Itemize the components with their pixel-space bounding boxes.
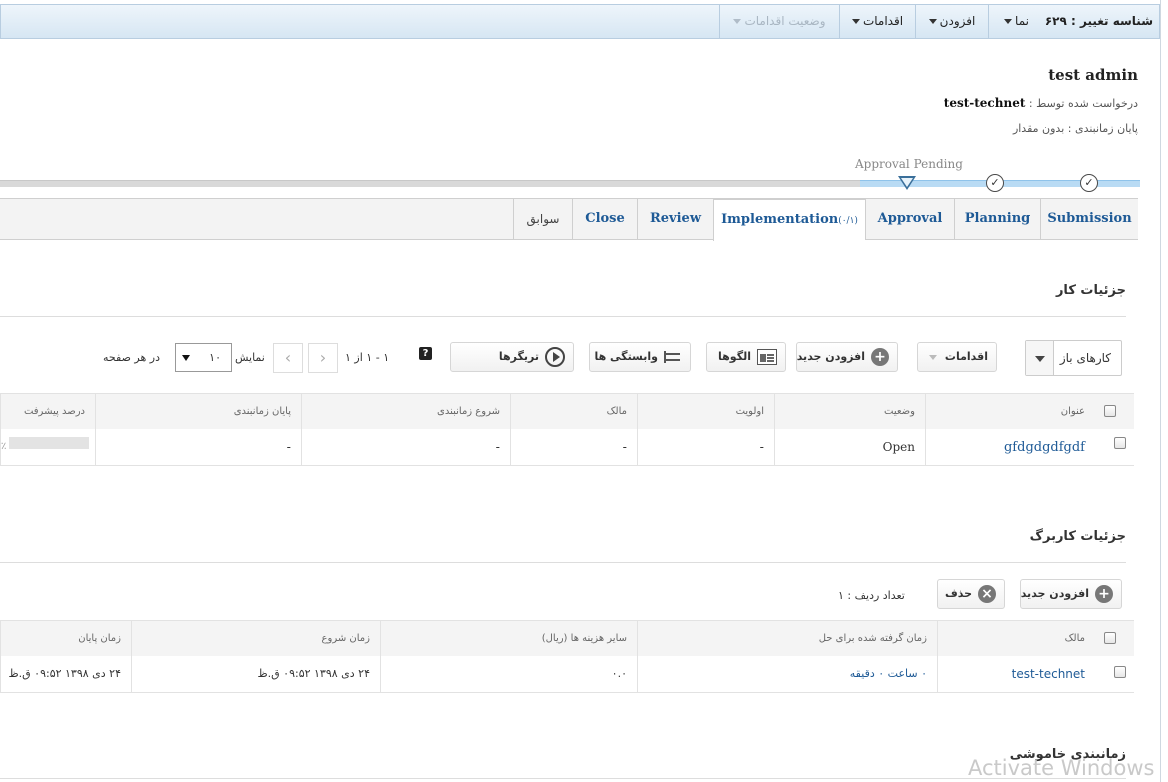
divider [0,778,1126,779]
column-header[interactable]: وضعیت [774,394,925,429]
tab-planning[interactable]: Planning [954,199,1040,240]
play-icon [545,347,565,367]
add-task-button[interactable]: +افزودن جدید [796,342,898,372]
worklog-time-taken: ۰ ساعت ۰ دقیقه [637,656,937,692]
tab-history[interactable]: سوابق [513,199,572,240]
column-header[interactable]: پایان زمانبندی [95,394,301,429]
change-id: شناسه تغییر : ۶۲۹ [1044,14,1153,28]
add-menu[interactable]: افزودن [915,5,988,38]
requester-name[interactable]: test-technet [944,96,1026,110]
schedule-end: پایان زمانبندی : بدون مقدار [1012,122,1138,135]
row-checkbox[interactable] [1114,666,1126,678]
requested-by: درخواست شده توسط : test-technet [943,96,1138,110]
worklog-owner-link[interactable]: test-technet [1012,667,1085,681]
column-header[interactable]: اولویت [637,394,774,429]
actions-status-menu[interactable]: وضعیت اقدامات [719,5,839,38]
tab-approval[interactable]: Approval [865,199,954,240]
column-header[interactable]: مالک [510,394,637,429]
task-progress-text: ٪ [1,441,7,452]
view-menu[interactable]: نما [988,5,1044,38]
plus-icon: + [1095,585,1113,603]
worklog-section-title: جزئیات کاربرگ [1029,529,1126,544]
current-stage-label: Approval Pending [855,157,963,171]
table-row[interactable]: test-technet ۰ ساعت ۰ دقیقه ۰.۰ ۲۴ دی ۱۳… [0,656,1134,693]
column-header[interactable]: مالک [937,621,1095,656]
next-page-button[interactable]: › [308,343,338,373]
tasks-section-title: جزئیات کار [1055,283,1126,298]
chevron-down-icon [733,19,742,24]
check-icon: ✓ [986,174,1004,192]
task-progress: ٪ [0,429,95,465]
task-title-link[interactable]: gfdgdgdfgdf [1004,440,1085,455]
tab-implementation[interactable]: Implementation(۰/۱) [713,199,865,241]
per-page-select[interactable]: ۱۰ [175,343,232,372]
top-toolbar: شناسه تغییر : ۶۲۹ نما افزودن اقدامات وضع… [0,4,1160,39]
templates-button[interactable]: الگوها [706,342,786,372]
task-filter-select[interactable]: کارهای باز [1025,340,1122,376]
actions-menu[interactable]: اقدامات [839,5,915,38]
dependency-icon [664,351,682,363]
task-priority: - [637,429,774,465]
tab-close[interactable]: Close [572,199,637,240]
check-icon: ✓ [1080,174,1098,192]
show-label: نمایش [235,351,265,364]
template-icon [757,349,777,365]
plus-icon: + [871,348,889,366]
pager-range: ۱ - ۱ از ۱ [345,351,390,364]
chevron-down-icon [928,19,937,24]
tasks-table-header: عنوان وضعیت اولویت مالک شروع زمانبندی پا… [0,393,1134,430]
close-icon: × [978,585,996,603]
chevron-down-icon [182,355,190,361]
worklog-other-cost: ۰.۰ [380,656,637,692]
table-row[interactable]: gfdgdgdfgdf Open - - - - ٪ [0,429,1134,466]
chevron-down-icon [928,354,937,360]
pending-marker-icon [898,176,916,190]
triggers-button[interactable]: تریگرها [450,342,574,372]
request-title: test admin [1048,66,1138,84]
stage-tabs: Submission Planning Approval Implementat… [0,198,1138,241]
worklog-end: ۲۴ دی ۱۳۹۸ ۰۹:۵۲ ق.ظ [0,656,131,692]
column-header[interactable]: زمان گرفته شده برای حل [637,621,937,656]
select-all-checkbox[interactable] [1104,405,1116,417]
window-edge [1160,0,1161,782]
column-header[interactable]: سایر هزینه ها (ریال) [380,621,637,656]
tab-review[interactable]: Review [637,199,713,240]
task-start: - [301,429,510,465]
chevron-down-icon [1026,341,1054,375]
worklog-start: ۲۴ دی ۱۳۹۸ ۰۹:۵۲ ق.ظ [131,656,380,692]
chevron-down-icon [851,19,860,24]
prev-page-button[interactable]: ‹ [273,343,303,373]
delete-worklog-button[interactable]: ×حذف [937,579,1005,609]
worklog-table-header: مالک زمان گرفته شده برای حل سایر هزینه ه… [0,620,1134,657]
activation-watermark: Activate Windows [968,756,1155,780]
select-all-checkbox[interactable] [1104,632,1116,644]
progress-bar [9,437,89,449]
per-page-label: در هر صفحه [103,351,160,364]
row-checkbox[interactable] [1114,437,1126,449]
column-header[interactable]: عنوان [925,394,1095,429]
dependencies-button[interactable]: وابستگی ها [589,342,691,372]
row-count: تعداد ردیف : ۱ [838,589,905,602]
column-header[interactable]: درصد پیشرفت [0,394,95,429]
divider [0,316,1126,317]
divider [0,562,1126,563]
column-header[interactable]: شروع زمانبندی [301,394,510,429]
tab-submission[interactable]: Submission [1040,199,1138,240]
add-worklog-button[interactable]: +افزودن جدید [1020,579,1122,609]
task-end: - [95,429,301,465]
task-actions-button[interactable]: اقدامات [917,342,997,372]
help-icon[interactable]: ? [419,347,432,360]
column-header[interactable]: زمان پایان [0,621,131,656]
chevron-down-icon [1004,19,1013,24]
task-owner: - [510,429,637,465]
task-status: Open [774,429,925,465]
column-header[interactable]: زمان شروع [131,621,380,656]
